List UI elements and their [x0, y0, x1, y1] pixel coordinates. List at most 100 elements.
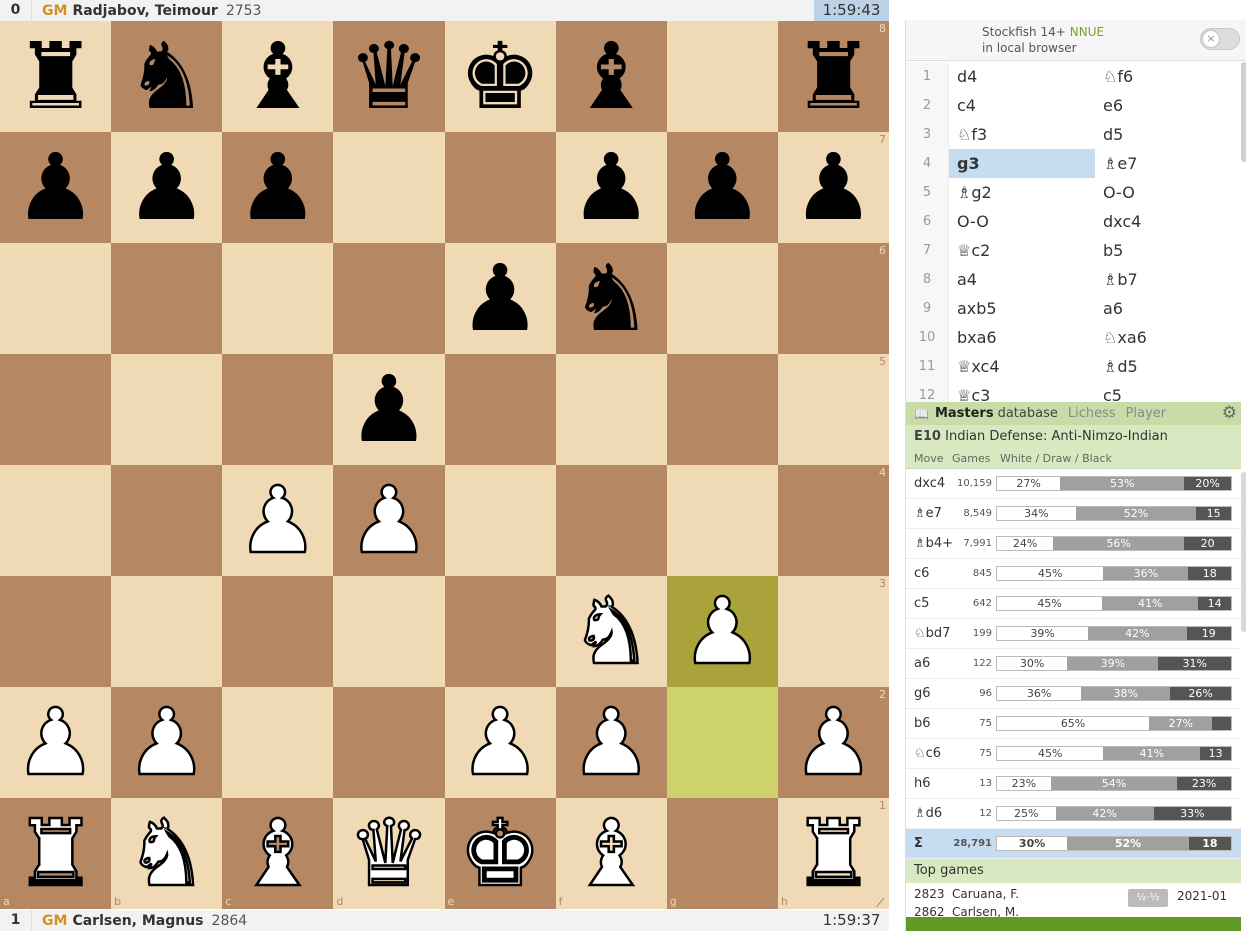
square-b7[interactable]: ♟	[111, 132, 223, 243]
square-c8[interactable]: ♝	[222, 21, 334, 132]
explorer-move-row[interactable]: ♘bd7 199 39% 42% 19	[906, 619, 1241, 649]
square-f4[interactable]	[555, 465, 667, 576]
square-h5[interactable]: 5	[777, 354, 889, 465]
white-move[interactable]: O-O	[949, 207, 1095, 236]
move-list-scrollbar[interactable]	[1241, 62, 1246, 162]
black-move[interactable]: a6	[1095, 294, 1241, 323]
square-b5[interactable]	[111, 354, 223, 465]
explorer-move-row[interactable]: g6 96 36% 38% 26%	[906, 679, 1241, 709]
black-move[interactable]: c5	[1095, 381, 1241, 402]
square-h4[interactable]: 4	[777, 465, 889, 576]
square-f8[interactable]: ♝	[555, 21, 667, 132]
square-c3[interactable]	[222, 576, 334, 687]
square-g8[interactable]	[666, 21, 778, 132]
square-g7[interactable]: ♟	[666, 132, 778, 243]
tab-lichess[interactable]: Lichess	[1068, 406, 1116, 421]
square-f3[interactable]: ♞	[555, 576, 667, 687]
white-pawn-icon[interactable]: ♟	[333, 465, 444, 576]
white-pawn-icon[interactable]: ♟	[556, 687, 667, 798]
square-e5[interactable]	[444, 354, 556, 465]
white-pawn-icon[interactable]: ♟	[778, 687, 889, 798]
square-h8[interactable]: ♜ 8	[777, 21, 889, 132]
white-move[interactable]: ♗g2	[949, 178, 1095, 207]
gear-icon[interactable]: ⚙	[1222, 403, 1237, 423]
square-f2[interactable]: ♟	[555, 687, 667, 798]
square-e7[interactable]	[444, 132, 556, 243]
black-move[interactable]: ♘f6	[1095, 62, 1241, 91]
board-resize-handle[interactable]: ⟋	[876, 896, 884, 911]
square-a6[interactable]	[0, 243, 112, 354]
square-c4[interactable]: ♟	[222, 465, 334, 576]
square-d7[interactable]	[333, 132, 445, 243]
white-queen-icon[interactable]: ♛	[333, 798, 444, 909]
white-bishop-icon[interactable]: ♝	[556, 798, 667, 909]
square-e4[interactable]	[444, 465, 556, 576]
square-a5[interactable]	[0, 354, 112, 465]
black-rook-icon[interactable]: ♜	[778, 21, 889, 132]
square-b3[interactable]	[111, 576, 223, 687]
player-name[interactable]: Radjabov, Teimour	[72, 3, 217, 19]
black-pawn-icon[interactable]: ♟	[111, 132, 222, 243]
black-rook-icon[interactable]: ♜	[0, 21, 111, 132]
square-d3[interactable]	[333, 576, 445, 687]
tab-masters[interactable]: Masters	[935, 406, 994, 421]
square-e6[interactable]: ♟	[444, 243, 556, 354]
white-rook-icon[interactable]: ♜	[0, 798, 111, 909]
black-pawn-icon[interactable]: ♟	[778, 132, 889, 243]
square-g5[interactable]	[666, 354, 778, 465]
black-pawn-icon[interactable]: ♟	[445, 243, 556, 354]
white-move[interactable]: axb5	[949, 294, 1095, 323]
black-pawn-icon[interactable]: ♟	[222, 132, 333, 243]
square-a4[interactable]	[0, 465, 112, 576]
explorer-move-row[interactable]: ♘c6 75 45% 41% 13	[906, 739, 1241, 769]
explorer-move-row[interactable]: ♗d6 12 25% 42% 33%	[906, 799, 1241, 829]
white-move[interactable]: g3	[949, 149, 1095, 178]
square-a2[interactable]: ♟	[0, 687, 112, 798]
explorer-move-row[interactable]: b6 75 65% 27%	[906, 709, 1241, 739]
white-move[interactable]: bxa6	[949, 323, 1095, 352]
square-d4[interactable]: ♟	[333, 465, 445, 576]
explorer-move-row[interactable]: dxc4 10,159 27% 53% 20%	[906, 469, 1241, 499]
explorer-move-row[interactable]: a6 122 30% 39% 31%	[906, 649, 1241, 679]
square-b4[interactable]	[111, 465, 223, 576]
tab-player[interactable]: Player	[1126, 406, 1166, 421]
white-pawn-icon[interactable]: ♟	[445, 687, 556, 798]
game-result[interactable]: ½-½	[1128, 889, 1168, 907]
explorer-move-row[interactable]: ♗b4+ 7,991 24% 56% 20	[906, 529, 1241, 559]
square-b1[interactable]: ♞ b	[111, 798, 223, 909]
square-b2[interactable]: ♟	[111, 687, 223, 798]
white-move[interactable]: ♘f3	[949, 120, 1095, 149]
square-c6[interactable]	[222, 243, 334, 354]
black-bishop-icon[interactable]: ♝	[556, 21, 667, 132]
explorer-total-row[interactable]: Σ 28,791 30% 52% 18	[906, 829, 1241, 859]
square-f7[interactable]: ♟	[555, 132, 667, 243]
square-d1[interactable]: ♛ d	[333, 798, 445, 909]
white-rook-icon[interactable]: ♜	[778, 798, 889, 909]
black-move[interactable]: d5	[1095, 120, 1241, 149]
square-c2[interactable]	[222, 687, 334, 798]
white-pawn-icon[interactable]: ♟	[222, 465, 333, 576]
square-g6[interactable]	[666, 243, 778, 354]
square-b8[interactable]: ♞	[111, 21, 223, 132]
white-pawn-icon[interactable]: ♟	[111, 687, 222, 798]
square-f6[interactable]: ♞	[555, 243, 667, 354]
white-move[interactable]: a4	[949, 265, 1095, 294]
square-a7[interactable]: ♟	[0, 132, 112, 243]
square-e2[interactable]: ♟	[444, 687, 556, 798]
black-move[interactable]: O-O	[1095, 178, 1241, 207]
square-g3[interactable]: ♟	[666, 576, 778, 687]
square-a1[interactable]: ♜ a	[0, 798, 112, 909]
square-g2[interactable]	[666, 687, 778, 798]
square-d2[interactable]	[333, 687, 445, 798]
square-g4[interactable]	[666, 465, 778, 576]
square-e3[interactable]	[444, 576, 556, 687]
square-a8[interactable]: ♜	[0, 21, 112, 132]
square-h3[interactable]: 3	[777, 576, 889, 687]
black-move[interactable]: ♗e7	[1095, 149, 1241, 178]
black-queen-icon[interactable]: ♛	[333, 21, 444, 132]
engine-toggle[interactable]: ×	[1200, 28, 1240, 50]
white-move[interactable]: d4	[949, 62, 1095, 91]
black-move[interactable]: b5	[1095, 236, 1241, 265]
square-h2[interactable]: ♟ 2	[777, 687, 889, 798]
black-bishop-icon[interactable]: ♝	[222, 21, 333, 132]
